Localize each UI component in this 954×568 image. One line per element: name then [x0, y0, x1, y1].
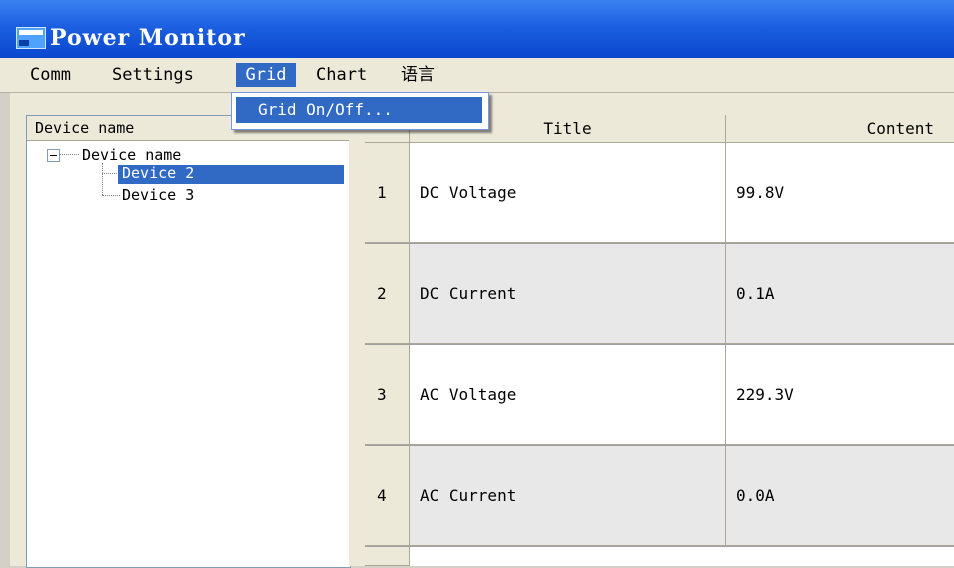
- row-header[interactable]: 1: [365, 143, 410, 243]
- menu-item-grid-toggle[interactable]: Grid On/Off...: [236, 97, 482, 123]
- cell-title[interactable]: DC Current: [410, 244, 726, 344]
- menu-chart[interactable]: Chart: [312, 63, 371, 87]
- cell-content[interactable]: 0.0A: [726, 446, 954, 546]
- menu-grid[interactable]: Grid: [236, 63, 296, 87]
- tree-connector: [102, 173, 117, 174]
- collapse-icon[interactable]: [47, 149, 60, 162]
- cell-content[interactable]: 229.3V: [726, 345, 954, 445]
- device-tree[interactable]: Device name Device name Device 2 Device …: [26, 115, 351, 568]
- tree-item-device-3[interactable]: Device 3: [122, 187, 194, 203]
- menu-settings[interactable]: Settings: [108, 63, 198, 87]
- menu-comm[interactable]: Comm: [26, 63, 75, 87]
- tree-root[interactable]: Device name: [82, 147, 181, 163]
- column-header-content[interactable]: Content: [726, 115, 954, 143]
- row-header[interactable]: 4: [365, 446, 410, 546]
- grid-menu-dropdown: Grid On/Off...: [231, 92, 489, 130]
- tree-connector: [102, 195, 120, 196]
- table-row-partial[interactable]: [365, 547, 954, 566]
- cell-title[interactable]: DC Voltage: [410, 143, 726, 243]
- tree-connector: [59, 154, 79, 155]
- row-header[interactable]: 2: [365, 244, 410, 344]
- table-row[interactable]: 2 DC Current 0.1A: [365, 244, 954, 345]
- menu-bar: Comm Settings Grid Chart 语言: [0, 58, 954, 93]
- cell-content[interactable]: 99.8V: [726, 143, 954, 243]
- tree-connector: [102, 163, 103, 195]
- tree-item-device-2[interactable]: Device 2: [118, 165, 344, 184]
- table-row[interactable]: 1 DC Voltage 99.8V: [365, 143, 954, 244]
- row-header[interactable]: [365, 547, 410, 566]
- menu-language[interactable]: 语言: [397, 63, 439, 87]
- table-row[interactable]: 3 AC Voltage 229.3V: [365, 345, 954, 446]
- row-header[interactable]: 3: [365, 345, 410, 445]
- splitter[interactable]: [349, 93, 365, 566]
- cell-content[interactable]: 0.1A: [726, 244, 954, 344]
- data-grid[interactable]: Title Content 1 DC Voltage 99.8V 2 DC Cu…: [365, 115, 954, 566]
- cell-title[interactable]: AC Voltage: [410, 345, 726, 445]
- cell-title[interactable]: AC Current: [410, 446, 726, 546]
- title-bar[interactable]: Power Monitor: [0, 0, 954, 58]
- window-title: Power Monitor: [50, 25, 246, 51]
- table-row[interactable]: 4 AC Current 0.0A: [365, 446, 954, 547]
- app-icon[interactable]: [16, 27, 46, 49]
